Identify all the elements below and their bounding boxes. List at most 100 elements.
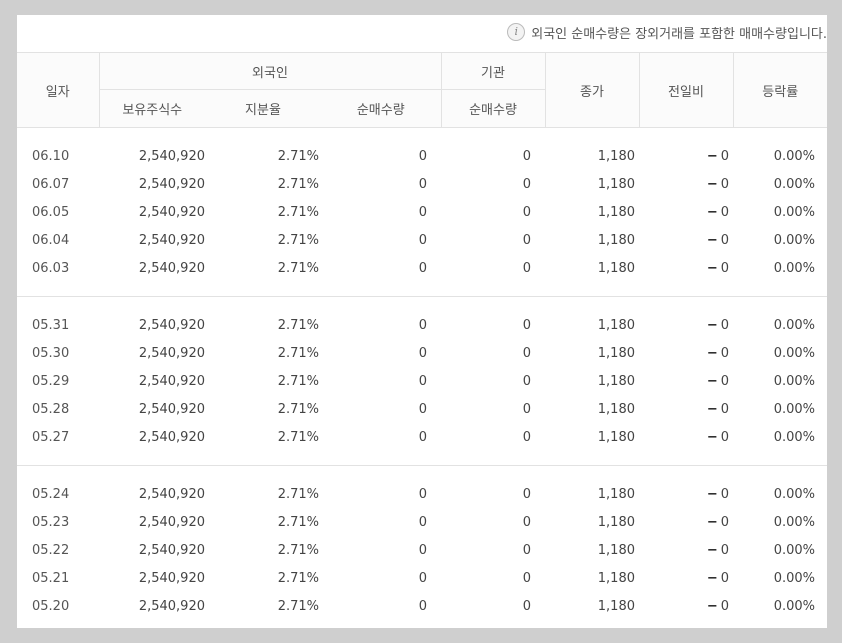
holdings-cell: 2,540,920 [138, 148, 205, 164]
table-row: 05.30 2,540,920 2.71% 0 0 1,180−0 0.00% [17, 339, 827, 367]
foreign-net-cell: 0 [418, 514, 427, 530]
no-change-icon: − [706, 232, 718, 248]
share-cell: 2.71% [277, 570, 319, 586]
share-cell: 2.71% [277, 260, 319, 276]
share-cell: 2.71% [277, 542, 319, 558]
inst-net-cell: 0 [522, 345, 531, 361]
change-cell: −0 [639, 423, 733, 451]
close-cell: 1,180 [597, 570, 635, 586]
change-cell: −0 [639, 536, 733, 564]
holdings-cell: 2,540,920 [138, 232, 205, 248]
change-cell: −0 [639, 592, 733, 620]
no-change-icon: − [706, 204, 718, 220]
rate-cell: 0.00% [773, 232, 815, 248]
close-cell: 1,180 [597, 486, 635, 502]
trading-panel: i 외국인 순매수량은 장외거래를 포함한 매매수량입니다. 일자 외국인 기관… [17, 15, 827, 628]
change-cell: −0 [639, 142, 733, 170]
info-icon[interactable]: i [507, 23, 526, 41]
inst-net-cell: 0 [522, 232, 531, 248]
group-padding [17, 620, 827, 628]
change-cell: −0 [639, 226, 733, 254]
col-rate: 등락률 [732, 52, 827, 128]
table-row: 05.22 2,540,920 2.71% 0 0 1,180−0 0.00% [17, 536, 827, 564]
change-value: 0 [720, 345, 729, 361]
no-change-icon: − [706, 260, 718, 276]
table-row: 06.07 2,540,920 2.71% 0 0 1,180−0 0.00% [17, 170, 827, 198]
close-cell: 1,180 [597, 148, 635, 164]
no-change-icon: − [706, 345, 718, 361]
inst-net-cell: 0 [522, 204, 531, 220]
change-value: 0 [720, 148, 729, 164]
holdings-cell: 2,540,920 [138, 176, 205, 192]
date-cell: 05.24 [32, 486, 70, 502]
close-cell: 1,180 [597, 204, 635, 220]
change-cell: −0 [639, 198, 733, 226]
share-cell: 2.71% [277, 232, 319, 248]
notice-bar: i 외국인 순매수량은 장외거래를 포함한 매매수량입니다. [507, 22, 827, 42]
close-cell: 1,180 [597, 429, 635, 445]
holdings-cell: 2,540,920 [138, 542, 205, 558]
foreign-net-cell: 0 [418, 232, 427, 248]
foreign-net-cell: 0 [418, 598, 427, 614]
date-cell: 05.22 [32, 542, 70, 558]
date-cell: 05.27 [32, 429, 70, 445]
change-cell: −0 [639, 367, 733, 395]
no-change-icon: − [706, 486, 718, 502]
holdings-cell: 2,540,920 [138, 429, 205, 445]
change-value: 0 [720, 260, 729, 276]
foreign-net-cell: 0 [418, 570, 427, 586]
change-value: 0 [720, 570, 729, 586]
change-value: 0 [720, 486, 729, 502]
change-value: 0 [720, 598, 729, 614]
table-body: 06.10 2,540,920 2.71% 0 0 1,180−0 0.00% 06.07 2,… [17, 128, 827, 629]
table-row: 06.04 2,540,920 2.71% 0 0 1,180−0 0.00% [17, 226, 827, 254]
inst-net-cell: 0 [522, 373, 531, 389]
date-cell: 05.21 [32, 570, 70, 586]
no-change-icon: − [706, 542, 718, 558]
share-cell: 2.71% [277, 373, 319, 389]
notice-text: 외국인 순매수량은 장외거래를 포함한 매매수량입니다. [531, 26, 827, 42]
no-change-icon: − [706, 373, 718, 389]
foreign-net-cell: 0 [418, 148, 427, 164]
date-cell: 06.03 [32, 260, 70, 276]
foreign-net-cell: 0 [418, 429, 427, 445]
rate-cell: 0.00% [773, 542, 815, 558]
foreign-net-cell: 0 [418, 176, 427, 192]
inst-net-cell: 0 [522, 486, 531, 502]
table-row: 06.05 2,540,920 2.71% 0 0 1,180−0 0.00% [17, 198, 827, 226]
change-cell: −0 [639, 564, 733, 592]
inst-net-cell: 0 [522, 542, 531, 558]
col-date: 일자 [17, 52, 99, 128]
table-row: 06.10 2,540,920 2.71% 0 0 1,180−0 0.00% [17, 142, 827, 170]
close-cell: 1,180 [597, 260, 635, 276]
rate-cell: 0.00% [773, 345, 815, 361]
no-change-icon: − [706, 429, 718, 445]
col-group-foreign: 외국인 [98, 52, 441, 90]
date-cell: 05.30 [32, 345, 70, 361]
col-group-institution: 기관 [440, 52, 545, 90]
group-padding [17, 451, 827, 466]
rate-cell: 0.00% [773, 401, 815, 417]
change-value: 0 [720, 514, 729, 530]
change-value: 0 [720, 317, 729, 333]
holdings-cell: 2,540,920 [138, 317, 205, 333]
inst-net-cell: 0 [522, 570, 531, 586]
rate-cell: 0.00% [773, 148, 815, 164]
no-change-icon: − [706, 514, 718, 530]
share-cell: 2.71% [277, 204, 319, 220]
col-close: 종가 [544, 52, 639, 128]
group-separator [17, 465, 827, 480]
change-cell: −0 [639, 480, 733, 508]
change-value: 0 [720, 401, 729, 417]
rate-cell: 0.00% [773, 486, 815, 502]
table-row: 05.21 2,540,920 2.71% 0 0 1,180−0 0.00% [17, 564, 827, 592]
holdings-cell: 2,540,920 [138, 260, 205, 276]
share-cell: 2.71% [277, 345, 319, 361]
holdings-cell: 2,540,920 [138, 514, 205, 530]
close-cell: 1,180 [597, 317, 635, 333]
inst-net-cell: 0 [522, 148, 531, 164]
foreign-net-cell: 0 [418, 317, 427, 333]
no-change-icon: − [706, 317, 718, 333]
table-header: 일자 외국인 기관 종가 전일비 등락률 보유주식수 지분율 순매수량 순매수량 [17, 52, 827, 128]
share-cell: 2.71% [277, 401, 319, 417]
